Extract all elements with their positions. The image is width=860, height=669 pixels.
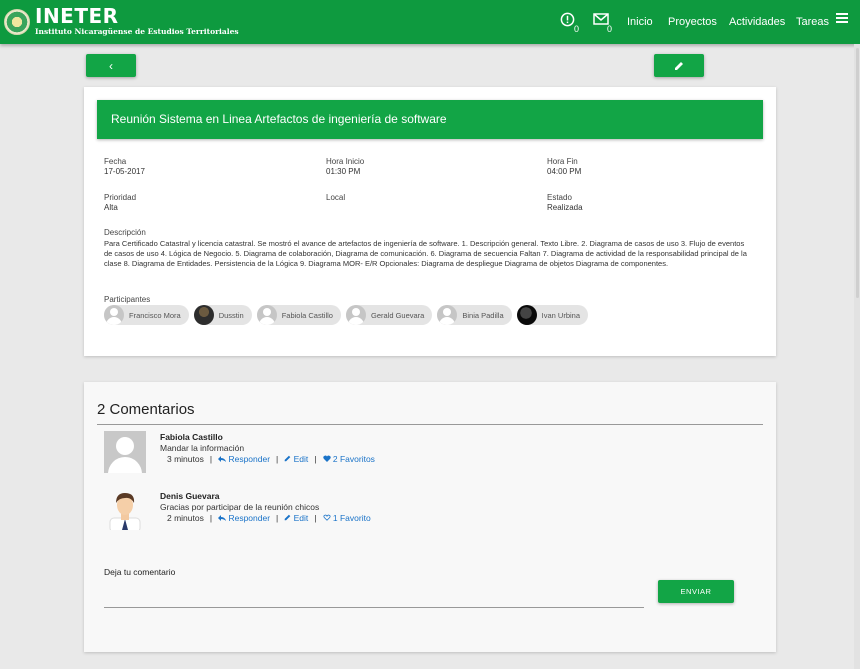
comment-input[interactable] [104,582,644,608]
participants-list: Francisco Mora Dusstin Fabiola Castillo … [104,305,588,325]
alerts-count: 0 [574,24,580,34]
reply-icon [218,456,227,462]
meeting-title: Reunión Sistema en Linea Artefactos de i… [97,100,763,139]
prioridad-label: Prioridad [104,193,137,202]
estado-value: Realizada [547,203,583,212]
pencil-icon [284,455,291,462]
participants-label: Participantes [104,295,151,304]
user-avatar-icon [109,493,141,533]
brand-title[interactable]: INETER [35,6,119,26]
participant-chip[interactable]: Fabiola Castillo [256,305,341,325]
favorites-label: 2 Favoritos [332,454,375,464]
comment-text: Mandar la información [160,443,245,453]
nav-link-actividades[interactable]: Actividades [729,16,785,29]
avatar [104,431,146,473]
reply-link[interactable]: Responder [218,513,270,523]
description-text: Para Certificado Catastral y licencia ca… [104,239,747,269]
ineter-logo-icon[interactable] [4,9,30,35]
hora-inicio-value: 01:30 PM [326,167,361,176]
nav-link-proyectos[interactable]: Proyectos [668,16,717,29]
reply-link[interactable]: Responder [218,454,270,464]
comment-text: Gracias por participar de la reunión chi… [160,502,320,512]
description-label: Descripción [104,228,146,237]
edit-link[interactable]: Edit [284,513,308,523]
back-button[interactable]: ‹ [86,54,136,77]
local-label: Local [326,193,346,202]
separator: | [314,454,317,464]
comment-meta: 2 minutos | Responder | Edit | 1 Favorit… [167,513,371,523]
favorites-link[interactable]: 2 Favoritos [322,454,375,464]
nav-link-inicio[interactable]: Inicio [627,16,653,29]
prioridad-value: Alta [104,203,118,212]
separator: | [276,454,279,464]
pencil-icon [675,61,683,70]
separator: | [276,513,279,523]
alert-icon[interactable] [560,12,575,27]
heart-filled-icon [322,455,331,462]
edit-link[interactable]: Edit [284,454,308,464]
comments-card: 2 Comentarios Fabiola Castillo Mandar la… [84,382,776,652]
separator: | [209,454,213,464]
favorites-label: 1 Favorito [332,513,371,523]
pencil-icon [284,514,291,521]
reply-label: Responder [228,513,271,523]
hora-fin-label: Hora Fin [547,157,578,166]
avatar [193,305,214,325]
hamburger-menu-icon[interactable] [836,13,848,23]
participant-name: Dusstin [218,310,244,320]
divider [97,424,763,425]
participant-chip[interactable]: Francisco Mora [104,305,189,325]
participant-chip[interactable]: Ivan Urbina [516,305,588,325]
messages-count: 0 [607,24,613,34]
avatar [256,305,277,325]
participant-name: Francisco Mora [129,310,181,320]
comment-author[interactable]: Fabiola Castillo [160,432,223,442]
participant-name: Fabiola Castillo [281,310,333,320]
reply-icon [218,515,227,521]
hora-fin-value: 04:00 PM [547,167,582,176]
edit-label: Edit [293,454,309,464]
participant-chip[interactable]: Gerald Guevara [345,305,433,325]
fecha-value: 17-05-2017 [104,167,145,176]
chevron-left-icon: ‹ [109,58,113,73]
edit-label: Edit [293,513,309,523]
brand-subtitle: Instituto Nicaragüense de Estudios Terri… [35,27,239,36]
avatar [437,305,458,325]
heart-outline-icon [322,514,331,521]
separator: | [209,513,213,523]
avatar [104,488,146,533]
estado-label: Estado [547,193,572,202]
avatar [104,305,124,325]
scrollbar-thumb[interactable] [856,48,859,298]
comments-title: 2 Comentarios [97,401,195,418]
participant-chip[interactable]: Binia Padilla [437,305,512,325]
participant-name: Gerald Guevara [370,310,425,320]
nav-link-tareas[interactable]: Tareas [796,16,829,29]
favorites-link[interactable]: 1 Favorito [322,513,371,523]
comment-author[interactable]: Denis Guevara [160,491,220,501]
comment-meta: 3 minutos | Responder | Edit | 2 Favorit… [167,454,375,464]
hora-inicio-label: Hora Inicio [326,157,365,166]
edit-button[interactable] [654,54,704,77]
participant-chip[interactable]: Dusstin [193,305,252,325]
meeting-details-card: Reunión Sistema en Linea Artefactos de i… [84,87,776,356]
avatar [345,305,366,325]
separator: | [314,513,317,523]
participant-name: Ivan Urbina [541,310,580,320]
participant-name: Binia Padilla [462,310,504,320]
comment-input-label: Deja tu comentario [104,567,176,577]
avatar [516,305,537,325]
fecha-label: Fecha [104,157,127,166]
comment-time: 2 minutos [167,513,204,523]
top-navbar: INETER Instituto Nicaragüense de Estudio… [0,0,860,44]
send-button[interactable]: ENVIAR [658,580,734,603]
comment-time: 3 minutos [167,454,204,464]
reply-label: Responder [228,454,271,464]
